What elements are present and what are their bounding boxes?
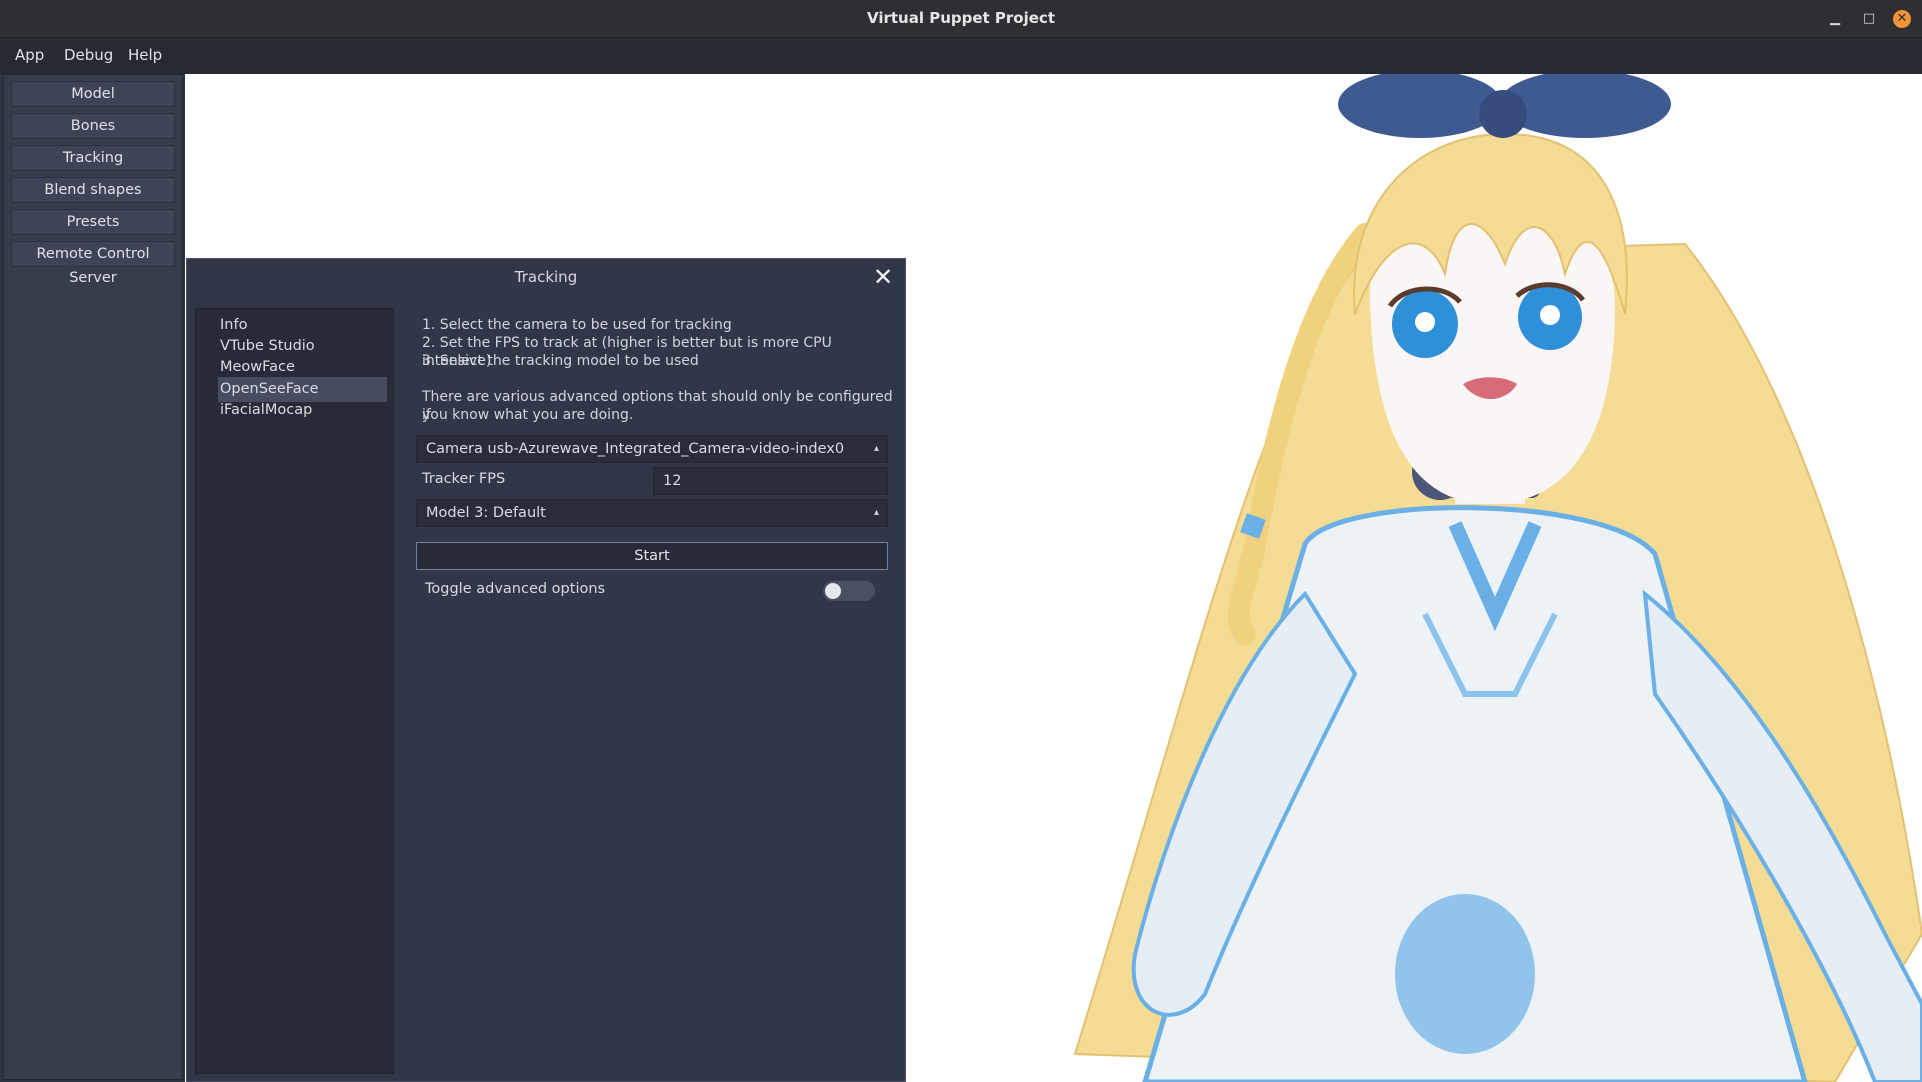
model-select-value: Model 3: Default	[426, 505, 546, 521]
menu-app[interactable]: App	[15, 38, 44, 72]
tracker-list: Info VTube Studio MeowFace OpenSeeFace i…	[195, 308, 394, 1074]
minimize-icon[interactable]: ▁	[1826, 10, 1844, 28]
instruction-3: 3. Select the tracking model to be used	[422, 353, 699, 369]
maximize-icon[interactable]: □	[1860, 10, 1878, 28]
tracking-dialog: Tracking ✕ Info VTube Studio MeowFace Op…	[186, 258, 906, 1082]
camera-select[interactable]: Camera usb-Azurewave_Integrated_Camera-v…	[416, 435, 888, 463]
model-button[interactable]: Model	[11, 81, 175, 107]
toggle-knob	[825, 583, 841, 599]
tracker-item-ifacialmocap[interactable]: iFacialMocap	[218, 398, 387, 423]
close-dialog-icon[interactable]: ✕	[871, 265, 895, 290]
tracking-button[interactable]: Tracking	[11, 145, 175, 171]
updown-arrow-icon: ▴	[873, 443, 879, 454]
toggle-advanced-label: Toggle advanced options	[425, 581, 606, 597]
dialog-title: Tracking	[514, 268, 578, 286]
menu-debug[interactable]: Debug	[64, 38, 113, 72]
tracker-fps-label: Tracker FPS	[422, 471, 506, 487]
camera-select-value: Camera usb-Azurewave_Integrated_Camera-v…	[426, 441, 845, 457]
model-select[interactable]: Model 3: Default ▴	[416, 499, 888, 527]
side-panel: Model Bones Tracking Blend shapes Preset…	[3, 74, 183, 1080]
window-titlebar: Virtual Puppet Project ▁ □ ✕	[0, 0, 1922, 38]
start-button[interactable]: Start	[416, 542, 888, 570]
presets-button[interactable]: Presets	[11, 209, 175, 235]
toggle-advanced-switch[interactable]	[823, 581, 875, 601]
updown-arrow-icon: ▴	[873, 507, 879, 518]
menu-help[interactable]: Help	[128, 38, 162, 72]
window-title: Virtual Puppet Project	[866, 9, 1055, 27]
remote-control-server-button[interactable]: Remote Control Server	[11, 241, 175, 286]
close-window-icon[interactable]: ✕	[1893, 10, 1911, 28]
tracker-fps-input[interactable]: 12	[653, 467, 888, 495]
blend-shapes-button[interactable]: Blend shapes	[11, 177, 175, 203]
bones-button[interactable]: Bones	[11, 113, 175, 139]
advanced-note-line2: you know what you are doing.	[422, 407, 634, 423]
instruction-1: 1. Select the camera to be used for trac…	[422, 317, 732, 333]
menu-bar: App Debug Help	[0, 38, 1922, 74]
